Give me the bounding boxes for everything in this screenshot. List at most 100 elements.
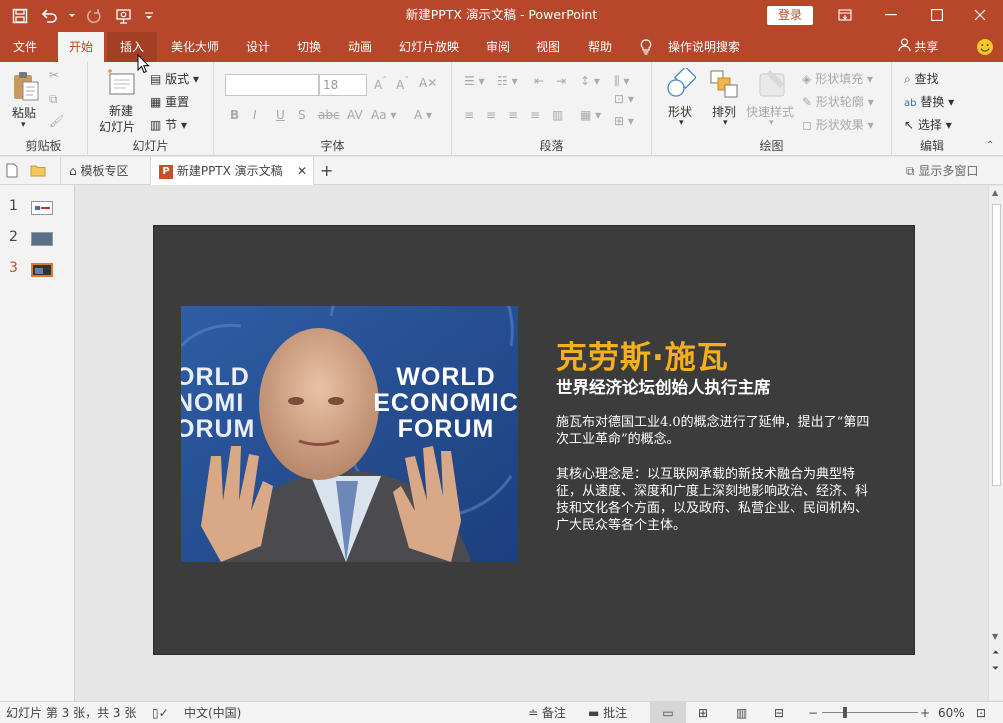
align-center-icon[interactable]: ≡: [486, 108, 496, 122]
tab-transitions[interactable]: 切换: [287, 32, 331, 62]
presenter-icon[interactable]: [112, 4, 136, 28]
close-icon[interactable]: [957, 0, 1003, 30]
slide[interactable]: WORLD ECONOMIC FORUM ORLD NOMI ORUM 克劳斯·…: [153, 225, 915, 655]
slide-thumbnail-2[interactable]: 2: [0, 229, 75, 249]
previous-slide-icon[interactable]: ⏶: [992, 648, 999, 658]
underline-icon[interactable]: U: [276, 108, 285, 122]
strikethrough-icon[interactable]: abc: [318, 108, 340, 122]
format-painter-icon[interactable]: 🖌: [49, 114, 64, 128]
select-button[interactable]: ↖ 选择 ▾: [904, 116, 952, 133]
vertical-scrollbar[interactable]: ▲ ▼ ⏶ ⏷: [988, 186, 1003, 700]
bullets-icon[interactable]: ☰ ▾: [464, 74, 485, 88]
scrollbar-thumb[interactable]: [992, 204, 1001, 486]
numbering-icon[interactable]: ☷ ▾: [497, 74, 518, 88]
align-right-icon[interactable]: ≡: [508, 108, 518, 122]
normal-view-icon[interactable]: ▭: [650, 702, 686, 723]
paste-icon[interactable]: [12, 70, 40, 105]
new-slide-label-1[interactable]: 新建: [109, 102, 133, 119]
zoom-in-icon[interactable]: +: [920, 702, 930, 723]
collapse-ribbon-icon[interactable]: ⌃: [986, 140, 994, 151]
tab-help[interactable]: 帮助: [578, 32, 622, 62]
clear-format-icon[interactable]: A✕: [419, 76, 437, 90]
italic-icon[interactable]: I: [253, 108, 257, 122]
char-spacing-icon[interactable]: AV: [347, 108, 363, 122]
reset-button[interactable]: ▦ 重置: [150, 93, 189, 110]
save-icon[interactable]: [8, 4, 32, 28]
next-slide-icon[interactable]: ⏷: [992, 664, 999, 674]
language-indicator[interactable]: 中文(中国): [184, 702, 241, 723]
slide-sorter-icon[interactable]: ⊞: [698, 702, 708, 723]
ribbon-display-options-icon[interactable]: [822, 0, 868, 30]
minimize-icon[interactable]: [868, 0, 914, 30]
distributed-icon[interactable]: ▥: [552, 108, 563, 122]
find-button[interactable]: ⌕ 查找: [904, 70, 939, 87]
show-multi-window-button[interactable]: ⧉ 显示多窗口: [906, 157, 978, 185]
fit-to-window-icon[interactable]: ⊡: [976, 702, 986, 723]
scroll-down-icon[interactable]: ▼: [992, 632, 998, 641]
lightbulb-icon[interactable]: [636, 32, 656, 62]
columns-icon[interactable]: ▦ ▾: [580, 108, 601, 122]
copy-icon[interactable]: ⧉: [49, 92, 58, 107]
text-direction-icon[interactable]: ⫼ ▾: [614, 74, 629, 89]
font-size-input[interactable]: 18: [319, 74, 367, 96]
slide-subtitle[interactable]: 世界经济论坛创始人执行主席: [556, 374, 771, 398]
section-button[interactable]: ▥ 节 ▾: [150, 116, 187, 133]
tell-me-search[interactable]: 操作说明搜索: [662, 32, 746, 62]
tab-file[interactable]: 文件: [0, 32, 50, 62]
share-button[interactable]: 共享: [892, 32, 944, 62]
tab-review[interactable]: 审阅: [476, 32, 520, 62]
align-text-icon[interactable]: ⊡ ▾: [614, 92, 634, 106]
grow-font-icon[interactable]: Aˆ: [374, 76, 387, 92]
quick-styles-icon[interactable]: [758, 68, 788, 101]
decrease-indent-icon[interactable]: ⇤: [534, 74, 544, 88]
shrink-font-icon[interactable]: Aˇ: [396, 76, 409, 92]
line-spacing-icon[interactable]: ↕ ▾: [580, 74, 600, 88]
tab-design[interactable]: 设计: [236, 32, 280, 62]
change-case-icon[interactable]: Aa ▾: [371, 108, 396, 122]
redo-icon[interactable]: [82, 4, 106, 28]
maximize-icon[interactable]: [914, 0, 960, 30]
customize-qat-icon[interactable]: [142, 4, 156, 28]
arrange-icon[interactable]: [710, 70, 738, 101]
open-folder-icon[interactable]: [30, 157, 46, 185]
slideshow-view-icon[interactable]: ⊟: [774, 702, 784, 723]
increase-indent-icon[interactable]: ⇥: [556, 74, 566, 88]
shapes-icon[interactable]: [666, 65, 698, 101]
new-file-icon[interactable]: [6, 157, 18, 185]
quick-styles-dropdown-icon[interactable]: ▾: [769, 118, 774, 128]
undo-icon[interactable]: [38, 4, 62, 28]
tab-view[interactable]: 视图: [526, 32, 570, 62]
slide-paragraph-1[interactable]: 施瓦布对德国工业4.0的概念进行了延伸，提出了“第四次工业革命”的概念。: [556, 414, 876, 448]
new-slide-label-2[interactable]: 幻灯片: [99, 118, 135, 135]
notes-button[interactable]: ≐ 备注: [528, 702, 566, 723]
shape-fill-button[interactable]: ◈ 形状填充 ▾: [802, 70, 873, 87]
smiley-icon[interactable]: [973, 32, 997, 62]
shape-effects-button[interactable]: ◻ 形状效果 ▾: [802, 116, 874, 133]
slide-title[interactable]: 克劳斯·施瓦: [556, 332, 729, 377]
tab-beautify[interactable]: 美化大师: [162, 32, 228, 62]
shadow-icon[interactable]: S: [298, 108, 306, 122]
current-document-tab[interactable]: P 新建PPTX 演示文稿 ✕: [150, 157, 314, 185]
close-tab-icon[interactable]: ✕: [297, 157, 307, 185]
zoom-slider-thumb[interactable]: [843, 707, 847, 718]
shape-outline-button[interactable]: ✎ 形状轮廓 ▾: [802, 93, 874, 110]
paste-button[interactable]: 粘贴: [12, 104, 36, 121]
align-left-icon[interactable]: ≡: [464, 108, 474, 122]
tab-home[interactable]: 开始: [58, 32, 104, 62]
spellcheck-icon[interactable]: ▯✓: [152, 702, 169, 723]
font-color-icon[interactable]: A ▾: [414, 108, 432, 122]
scroll-up-icon[interactable]: ▲: [992, 188, 998, 197]
slide-paragraph-2[interactable]: 其核心理念是：以互联网承载的新技术融合为典型特征，从速度、深度和广度上深刻地影响…: [556, 466, 876, 534]
login-button[interactable]: 登录: [767, 6, 813, 25]
replace-button[interactable]: ab 替换 ▾: [904, 93, 954, 110]
zoom-out-icon[interactable]: −: [808, 702, 818, 723]
justify-icon[interactable]: ≡: [530, 108, 540, 122]
reading-view-icon[interactable]: ▥: [736, 702, 747, 723]
comments-button[interactable]: ▬ 批注: [588, 702, 627, 723]
cut-icon[interactable]: ✂: [49, 68, 59, 82]
shapes-dropdown-icon[interactable]: ▾: [679, 118, 684, 128]
bold-icon[interactable]: B: [230, 108, 239, 122]
font-name-input[interactable]: [225, 74, 319, 96]
zoom-level[interactable]: 60%: [938, 702, 965, 723]
templates-tab[interactable]: ⌂ 模板专区: [60, 157, 148, 185]
